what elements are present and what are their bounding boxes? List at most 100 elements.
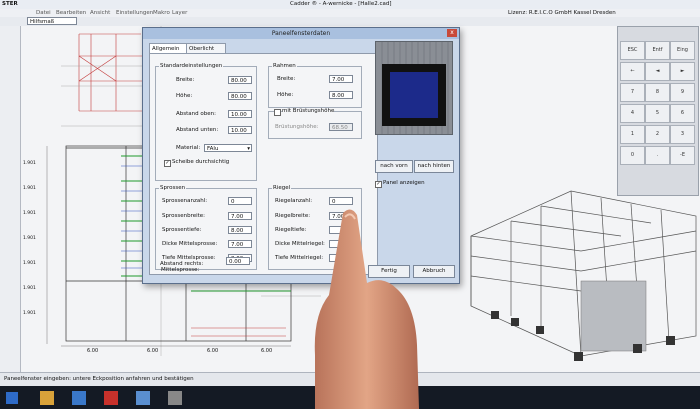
preview-graphic [381,42,449,134]
group-rahmen: Rahmen Breite: 7.00 Höhe: 8.00 [268,63,362,108]
menu-datei[interactable]: Datei [36,10,51,16]
key-8[interactable]: 8 [645,83,670,102]
menu-ansicht[interactable]: Ansicht [90,10,110,16]
dim-bottom-3: 6.00 [207,348,219,354]
numeric-keypad: ESC Entf Eing ← ◄ ► 7 8 9 4 5 6 1 2 3 0 … [617,26,699,196]
app-label: STER [2,1,18,7]
hoehe-input[interactable]: 80.00 [228,92,252,100]
group-standard: Standardeinstellungen Breite: 80.00 Höhe… [155,63,257,181]
sprossen-breite-label: Sprossenbreite: [162,213,206,219]
menu-makro[interactable]: Makro [153,10,170,16]
license-text: Lizenz: R.E.I.C.O GmbH Kassel Dresden [508,10,616,16]
key-dot[interactable]: . [645,146,670,165]
left-tool-strip [0,26,21,376]
abstand-unten-label: Abstand unten: [176,127,219,133]
key-eing[interactable]: Eing [670,41,695,60]
scheibe-label: Scheibe durchsichtig [172,159,230,165]
bruestung-checkbox[interactable] [274,109,281,116]
group-bruestung: mit Brüstungshöhe Brüstungshöhe: 68.50 [268,108,362,139]
hall-cladding [580,280,647,352]
bruestung-hoehe-input[interactable]: 68.50 [329,123,353,131]
key-exp[interactable]: -E [670,146,695,165]
menu-layer[interactable]: Layer [172,10,187,16]
panel-anzeigen-label: Panel anzeigen [383,180,425,186]
group-riegel-title: Riegel [272,185,292,191]
sprossen-breite-input[interactable]: 7.00 [228,212,252,220]
material-label: Material: [176,145,201,151]
acrobat-icon[interactable] [104,391,118,405]
material-value: FAlu [207,146,219,152]
mittelsprosse-label: Mittelsprosse: [161,267,200,273]
dim-left-2: 1.901 [23,186,36,191]
abstand-unten-input[interactable]: 10.00 [228,126,252,134]
key-5[interactable]: 5 [645,104,670,123]
sprossen-tiefe-input[interactable]: 8.00 [228,226,252,234]
status-text: Paneelfenster eingeben: untere Eckpositi… [4,376,194,382]
pointing-hand [305,205,425,409]
rahmen-breite-input[interactable]: 7.00 [329,75,353,83]
riegel-tiefe-label: Riegeltiefe: [275,227,307,233]
group-sprossen-title: Sprossen [159,185,187,191]
bottom-rail-red [191,327,286,337]
dim-bottom-2: 6.00 [147,348,159,354]
key-left[interactable]: ◄ [645,62,670,81]
dicke-mittelsprosse-label: Dicke Mittelsprosse: [162,241,218,247]
file-explorer-icon[interactable] [40,391,54,405]
dim-left-4: 1.901 [23,236,36,241]
riegel-anzahl-label: Riegelanzahl: [275,198,313,204]
dim-left-1: 1.901 [23,161,36,166]
sprossen-anzahl-label: Sprossenanzahl: [162,198,208,204]
rahmen-hoehe-input[interactable]: 8.00 [329,91,353,99]
layer-select[interactable]: Hilfsmaß [27,17,77,25]
key-1[interactable]: 1 [620,125,645,144]
preview-glass [390,72,438,118]
key-4[interactable]: 4 [620,104,645,123]
menu-einstellungen[interactable]: Einstellungen [116,10,153,16]
windows-start-icon[interactable] [6,392,18,404]
group-rahmen-title: Rahmen [272,63,297,69]
group-standard-title: Standardeinstellungen [159,63,224,69]
window-title: Cadder ® - A-wernicke - [Halle2.cad] [290,1,392,7]
chevron-down-icon: ▾ [247,146,250,152]
key-0[interactable]: 0 [620,146,645,165]
material-select[interactable]: FAlu ▾ [204,144,252,152]
breite-input[interactable]: 80.00 [228,76,252,84]
nach-hinten-button[interactable]: nach hinten [414,160,454,173]
browser-icon[interactable] [72,391,86,405]
riegel-anzahl-input[interactable]: 0 [329,197,353,205]
key-backspace[interactable]: ← [620,62,645,81]
key-3[interactable]: 3 [670,125,695,144]
bruestung-hoehe-label: Brüstungshöhe: [275,124,319,130]
panel-preview [375,41,453,135]
system-tray [600,393,680,403]
key-2[interactable]: 2 [645,125,670,144]
key-6[interactable]: 6 [670,104,695,123]
rahmen-hoehe-label: Höhe: [277,92,294,98]
app-icon[interactable] [136,391,150,405]
dim-left-6: 1.901 [23,286,36,291]
breite-label: Breite: [176,77,195,83]
dialog-title: Paneelfensterdaten [143,28,459,39]
cad-app-icon[interactable] [168,391,182,405]
menu-bearbeiten[interactable]: Bearbeiten [56,10,86,16]
key-9[interactable]: 9 [670,83,695,102]
dim-left-5: 1.901 [23,261,36,266]
scheibe-checkbox[interactable]: ✓ [164,160,171,167]
panel-anzeigen-checkbox[interactable]: ✓ [375,181,382,188]
key-entf[interactable]: Entf [645,41,670,60]
roof-frame [78,33,146,112]
key-right[interactable]: ► [670,62,695,81]
abstand-oben-input[interactable]: 10.00 [228,110,252,118]
key-7[interactable]: 7 [620,83,645,102]
dim-left-7: 1.901 [23,311,36,316]
dicke-mittelsprosse-input[interactable]: 7.00 [228,240,252,248]
abstand-rechts-input[interactable]: 0.00 [226,257,250,265]
sprossen-anzahl-input[interactable]: 0 [228,197,252,205]
close-button[interactable]: x [447,29,457,37]
bruestung-label: mit Brüstungshöhe [282,108,335,114]
key-esc[interactable]: ESC [620,41,645,60]
nach-vorn-button[interactable]: nach vorn [375,160,413,173]
abstand-rechts-label: Abstand rechts: [160,261,204,267]
dim-bottom-4: 6.00 [261,348,273,354]
dim-bottom-1: 6.00 [87,348,99,354]
